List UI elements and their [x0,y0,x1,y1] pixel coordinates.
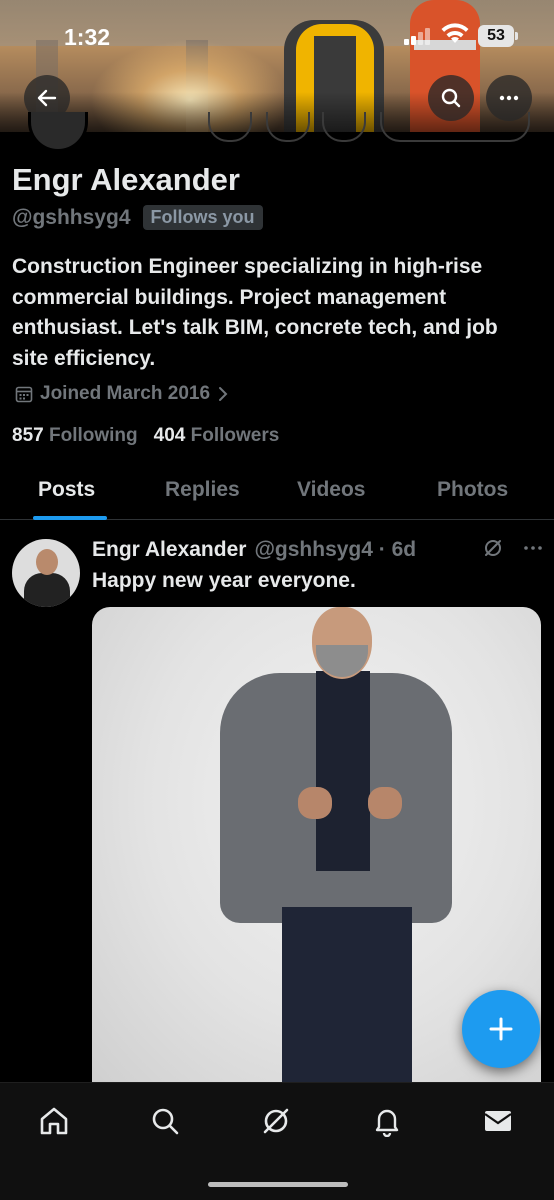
post-meta: @gshhsyg4 · 6d [254,538,417,561]
profile-handle: @gshhsyg4 [12,205,131,229]
notifications-icon [375,1109,399,1137]
follow-button[interactable] [380,112,530,142]
followers-label: Followers [190,425,280,446]
following-stat[interactable]: 857 Following [12,425,138,447]
profile-tabs: Posts Replies Videos Photos [0,462,554,520]
tab-posts[interactable]: Posts [38,478,95,502]
compose-plus-icon [489,1017,513,1041]
profile-action-button[interactable] [266,112,310,142]
back-arrow-icon [37,89,57,107]
post-author-avatar[interactable] [12,539,80,607]
grok-nav-icon [263,1108,289,1134]
profile-action-button[interactable] [322,112,366,142]
post-author-name[interactable]: Engr Alexander [92,538,246,562]
status-time: 1:32 [64,24,111,50]
followers-count: 404 [153,425,186,446]
following-count: 857 [12,425,44,446]
follows-you-badge: Follows you [142,205,263,230]
more-icon [499,95,519,101]
wifi-icon [441,23,469,43]
profile-action-button[interactable] [208,112,252,142]
profile-bio: Construction Engineer specializing in hi… [12,255,498,370]
nav-search[interactable] [145,1101,185,1141]
handle-row: @gshhsyg4 Follows you [12,205,263,230]
joined-date-row[interactable]: Joined March 2016 [14,383,230,405]
post-header: Engr Alexander @gshhsyg4 · 6d [92,538,416,562]
post-actions [482,537,544,559]
tab-photos[interactable]: Photos [437,478,508,502]
active-tab-indicator [33,516,107,520]
image-pants [282,907,412,1087]
nav-grok[interactable] [256,1101,296,1141]
tab-replies[interactable]: Replies [165,478,240,502]
profile-name: Engr Alexander [12,162,240,197]
tab-videos[interactable]: Videos [297,478,365,502]
post-more-icon[interactable] [522,537,544,559]
search-icon [441,88,461,108]
following-label: Following [48,425,138,446]
joined-date: Joined March 2016 [40,383,211,404]
home-indicator[interactable] [208,1182,348,1187]
messages-icon [484,1111,512,1131]
cellular-signal-icon [404,27,432,45]
compose-button[interactable] [462,990,540,1068]
chevron-right-icon [219,387,228,401]
nav-messages[interactable] [478,1101,518,1141]
image-hand [298,787,332,819]
image-shirt [316,671,370,871]
calendar-icon [15,386,33,403]
post-text: Happy new year everyone. [92,569,356,592]
nav-home[interactable] [34,1101,74,1141]
profile-avatar[interactable] [28,112,88,152]
grok-icon[interactable] [482,537,504,559]
search-nav-icon [152,1108,179,1135]
follow-stats: 857 Following 404 Followers [12,425,279,447]
nav-notifications[interactable] [367,1101,407,1141]
followers-stat[interactable]: 404 Followers [154,425,280,447]
battery-indicator: 53 [478,25,518,47]
image-hand [368,787,402,819]
status-bar: 1:32 53 [0,0,554,70]
home-icon [40,1107,68,1135]
